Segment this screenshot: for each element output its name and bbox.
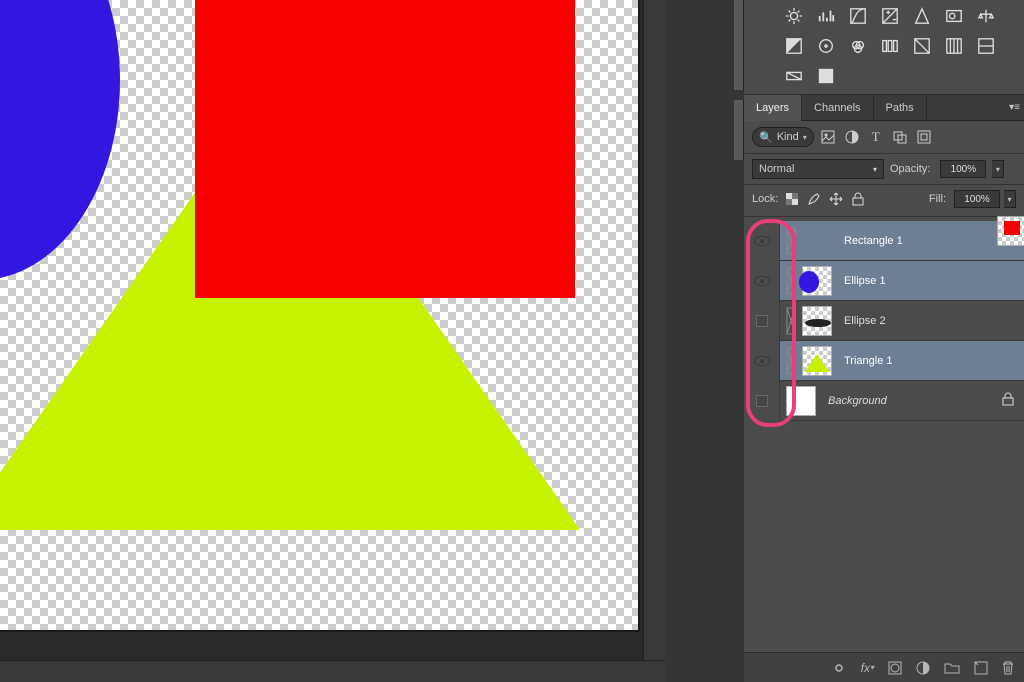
filter-adjustment-icon[interactable] xyxy=(844,129,860,145)
tab-channels[interactable]: Channels xyxy=(802,95,873,121)
layer-name[interactable]: Rectangle 1 xyxy=(838,235,903,247)
layers-list: Rectangle 1 Ellipse 1 Ellipse 2 xyxy=(744,217,1024,421)
channel-mixer-icon[interactable] xyxy=(816,36,836,56)
layer-thumbnail[interactable] xyxy=(802,306,832,336)
lock-position-icon[interactable] xyxy=(828,191,844,207)
tab-layers[interactable]: Layers xyxy=(744,95,802,121)
exposure-icon[interactable] xyxy=(880,6,900,26)
layer-thumbnail[interactable] xyxy=(786,386,816,416)
opacity-input[interactable]: 100% xyxy=(940,160,986,178)
layer-name[interactable]: Triangle 1 xyxy=(838,355,893,367)
canvas-scrollbar-vertical[interactable] xyxy=(643,0,665,660)
hue-sat-icon[interactable] xyxy=(880,36,900,56)
filter-shape-icon[interactable] xyxy=(892,129,908,145)
curves-icon[interactable] xyxy=(848,6,868,26)
opacity-label: Opacity: xyxy=(890,163,930,175)
layer-visibility-toggle[interactable] xyxy=(744,381,780,421)
lock-transparency-icon[interactable] xyxy=(784,191,800,207)
canvas-scrollbar-horizontal[interactable] xyxy=(0,660,665,682)
blend-mode-row: Normal ▾ Opacity: 100% ▾ xyxy=(744,154,1024,185)
lock-pixels-icon[interactable] xyxy=(806,191,822,207)
photo-filter-icon[interactable] xyxy=(944,6,964,26)
new-adjustment-icon[interactable] xyxy=(916,661,930,675)
panel-menu-icon[interactable]: ▾≡ xyxy=(1009,102,1020,113)
tab-paths[interactable]: Paths xyxy=(874,95,927,121)
black-white-icon[interactable] xyxy=(784,36,804,56)
vector-mask-link-icon xyxy=(786,306,800,336)
gradient-map-icon[interactable] xyxy=(784,66,804,86)
fill-label: Fill: xyxy=(929,193,946,205)
color-lookup-icon[interactable] xyxy=(848,36,868,56)
layer-row[interactable]: Ellipse 2 xyxy=(744,301,1024,341)
new-layer-icon[interactable] xyxy=(974,661,988,675)
layer-row[interactable]: Background xyxy=(744,381,1024,421)
layer-fx-icon[interactable]: fx▾ xyxy=(861,661,874,675)
layer-visibility-toggle[interactable] xyxy=(744,261,780,301)
vibrance-icon[interactable] xyxy=(912,6,932,26)
filter-type-icon[interactable]: T xyxy=(868,129,884,145)
delete-layer-icon[interactable] xyxy=(1002,661,1014,675)
panel-tabs: Layers Channels Paths ▾≡ xyxy=(744,95,1024,121)
layers-bottom-toolbar: fx▾ xyxy=(744,652,1024,682)
canvas-area xyxy=(0,0,665,682)
lock-icon xyxy=(1002,392,1014,409)
layer-row[interactable]: Rectangle 1 xyxy=(744,221,1024,261)
layer-thumbnail[interactable] xyxy=(997,216,1024,246)
fill-dropdown-icon[interactable]: ▾ xyxy=(1004,190,1016,208)
fill-input[interactable]: 100% xyxy=(954,190,1000,208)
lock-all-icon[interactable] xyxy=(850,191,866,207)
adjustments-icons xyxy=(744,0,1024,95)
opacity-dropdown-icon[interactable]: ▾ xyxy=(992,160,1004,178)
brightness-icon[interactable] xyxy=(784,6,804,26)
layer-row[interactable]: Ellipse 1 xyxy=(744,261,1024,301)
lock-label: Lock: xyxy=(752,193,778,205)
threshold-icon[interactable] xyxy=(976,36,996,56)
new-group-icon[interactable] xyxy=(944,662,960,674)
filter-kind-label: Kind xyxy=(777,131,799,143)
shape-rectangle[interactable] xyxy=(195,0,575,298)
right-panel: Layers Channels Paths ▾≡ 🔍Kind▾ T Normal… xyxy=(744,0,1024,682)
layer-thumbnail[interactable] xyxy=(802,346,832,376)
panel-collapse-tab-upper[interactable] xyxy=(734,0,744,90)
layer-visibility-toggle[interactable] xyxy=(744,341,780,381)
layer-visibility-toggle[interactable] xyxy=(744,221,780,261)
invert-icon[interactable] xyxy=(912,36,932,56)
layer-filter-row: 🔍Kind▾ T xyxy=(744,121,1024,154)
blend-mode-select[interactable]: Normal ▾ xyxy=(752,159,884,179)
layer-row[interactable]: Triangle 1 xyxy=(744,341,1024,381)
levels-icon[interactable] xyxy=(816,6,836,26)
filter-pixel-icon[interactable] xyxy=(820,129,836,145)
layer-thumbnail[interactable] xyxy=(802,266,832,296)
lock-row: Lock: Fill: 100% ▾ xyxy=(744,185,1024,217)
add-mask-icon[interactable] xyxy=(888,661,902,675)
vector-mask-link-icon xyxy=(786,226,800,256)
layer-visibility-toggle[interactable] xyxy=(744,301,780,341)
link-layers-icon[interactable] xyxy=(831,662,847,674)
document-canvas[interactable] xyxy=(0,0,640,632)
filter-smart-icon[interactable] xyxy=(916,129,932,145)
layer-name[interactable]: Ellipse 1 xyxy=(838,275,886,287)
posterize-icon[interactable] xyxy=(944,36,964,56)
selective-color-icon[interactable] xyxy=(816,66,836,86)
vector-mask-link-icon xyxy=(786,266,800,296)
vector-mask-link-icon xyxy=(786,346,800,376)
filter-kind-select[interactable]: 🔍Kind▾ xyxy=(752,127,814,147)
layer-name[interactable]: Background xyxy=(822,395,887,407)
color-balance-icon[interactable] xyxy=(976,6,996,26)
layer-name[interactable]: Ellipse 2 xyxy=(838,315,886,327)
panel-gutter xyxy=(665,0,744,682)
panel-collapse-tab-lower[interactable] xyxy=(734,100,744,160)
blend-mode-value: Normal xyxy=(759,163,794,175)
